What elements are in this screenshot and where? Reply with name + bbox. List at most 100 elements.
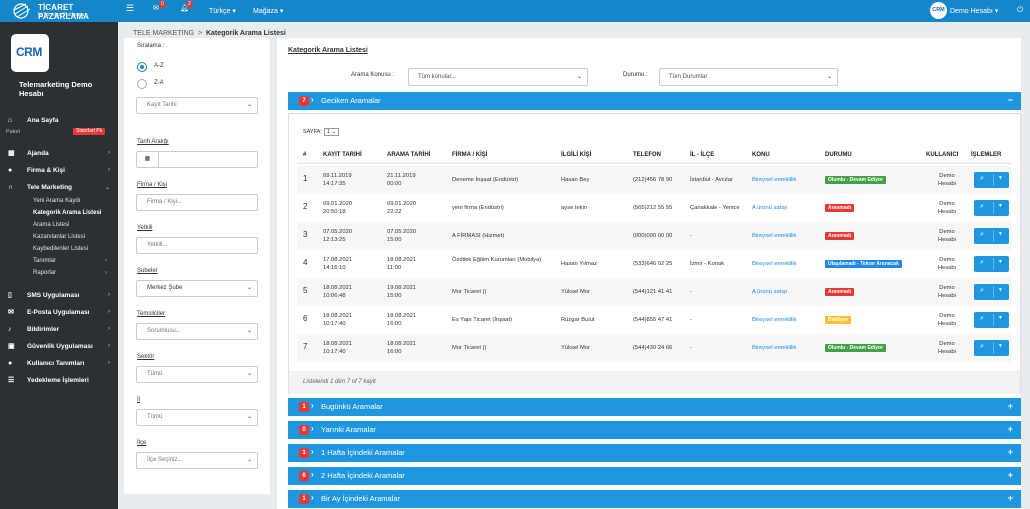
mail-icon[interactable]: ✉ 0 (153, 1, 166, 12)
submenu-category-call-list[interactable]: Kategorik Arama Listesi (33, 210, 101, 216)
section-delayed-calls[interactable]: 7 › Geciken Aramalar − (288, 92, 1021, 110)
section-title: Bir Ay İçindeki Aramalar (321, 494, 401, 503)
main-content: Kategorik Arama Listesi Arama Konusu : T… (277, 38, 1021, 509)
row-actions-button[interactable]: ⌕ ▼ (974, 256, 1009, 272)
language-dropdown[interactable]: Türkçe ▾ (209, 7, 236, 15)
branch-label: Şubeler (137, 268, 158, 274)
submenu-won-list[interactable]: Kazanılanlar Listesi (33, 234, 85, 240)
section-today-calls[interactable]: 1 › Bugünkü Aramalar + (288, 398, 1021, 416)
page-title: Kategorik Arama Listesi (288, 47, 368, 54)
table-row[interactable]: 3 07.05.2020 12:13:25 07.05.2020 15:00 A FİRM… (297, 222, 1011, 250)
submenu-new-call[interactable]: Yeni Arama Kaydı (33, 198, 80, 204)
caret-down-icon[interactable]: ▼ (998, 287, 1003, 293)
expand-icon[interactable]: + (1008, 447, 1013, 457)
submenu-reports[interactable]: Raporlar (33, 270, 56, 276)
search-icon[interactable]: ⌕ (980, 259, 984, 267)
sector-select[interactable]: Tümü ⌄ (136, 366, 258, 383)
delayed-calls-panel: SAYFA: 1 ⌄ # KAYIT TARİHİ ARAMA TARİHİ Fİ… (288, 113, 1021, 394)
search-icon[interactable]: ⌕ (980, 231, 984, 239)
section-two-week-calls[interactable]: 6 › 2 Hafta İçindeki Aramalar + (288, 467, 1021, 485)
call-topic[interactable]: Bireysel emeklilik (752, 344, 796, 352)
caret-down-icon[interactable]: ▼ (998, 203, 1003, 209)
table-row[interactable]: 1 09.11.2019 14:17:35 21.11.2019 00:00 Deneme… (297, 166, 1011, 194)
sort-za-radio[interactable] (137, 79, 147, 89)
status-select[interactable]: Tüm Durumlar ⌄ (659, 68, 838, 86)
crm-logo: CRM (11, 34, 49, 72)
col-header-record-date: KAYIT TARİHİ (323, 152, 362, 158)
call-topic[interactable]: Bireysel emeklilik (752, 176, 796, 184)
caret-down-icon[interactable]: ▼ (998, 315, 1003, 321)
call-date: 19.08.2021 (387, 285, 417, 291)
call-topic[interactable]: A ürünü satışı (752, 204, 787, 212)
mobile-icon: ▯ (8, 292, 12, 299)
search-icon[interactable]: ⌕ (980, 343, 984, 351)
row-actions-button[interactable]: ⌕ ▼ (974, 312, 1009, 328)
caret-down-icon[interactable]: ▼ (998, 343, 1003, 349)
store-dropdown[interactable]: Mağaza ▾ (253, 7, 283, 15)
date-range-input[interactable]: ▦ (136, 151, 258, 168)
representative-select[interactable]: Sorumlusu... ⌄ (136, 323, 258, 340)
calendar-icon[interactable]: ▦ (137, 152, 159, 167)
city-district: İzmir - Konak (690, 261, 725, 267)
caret-down-icon[interactable]: ▼ (998, 259, 1003, 265)
firm-input[interactable]: Firma / Kişi... (136, 194, 258, 211)
row-actions-button[interactable]: ⌕ ▼ (974, 172, 1009, 188)
brand-logo[interactable]: TİCARET PAZARLAMA İş Yönetim Platformu (12, 2, 112, 21)
user-name: Hesabı (937, 265, 957, 271)
expand-icon[interactable]: + (1008, 401, 1013, 411)
user-name: Demo (939, 229, 955, 235)
row-actions-button[interactable]: ⌕ ▼ (974, 340, 1009, 356)
user-menu[interactable]: Demo Hesabı ▾ (950, 7, 998, 15)
expand-icon[interactable]: + (1008, 493, 1013, 503)
call-topic[interactable]: Bireysel emeklilik (752, 316, 796, 324)
topic-select[interactable]: Tüm konular... ⌄ (408, 68, 588, 86)
caret-down-icon[interactable]: ▼ (998, 231, 1003, 237)
button-divider (993, 230, 994, 242)
power-icon[interactable]: ⏻ (1017, 5, 1023, 15)
sort-az-radio[interactable] (137, 62, 147, 72)
user-name: Demo (939, 341, 955, 347)
row-actions-button[interactable]: ⌕ ▼ (974, 200, 1009, 216)
bell-icon[interactable]: 🔔︎ 2 (180, 1, 193, 12)
breadcrumb-parent[interactable]: TELE MARKETING (133, 30, 194, 37)
search-icon[interactable]: ⌕ (980, 315, 984, 323)
search-icon[interactable]: ⌕ (980, 175, 984, 183)
user-avatar[interactable]: CRM (930, 2, 947, 19)
submenu-lost-list[interactable]: Kaybedilenler Listesi (33, 246, 88, 252)
section-week-calls[interactable]: 1 › 1 Hafta İçindeki Aramalar + (288, 444, 1021, 462)
search-icon[interactable]: ⌕ (980, 203, 984, 211)
record-time: 20:50:18 (323, 209, 346, 215)
city-district: Çanakkale - Yenice (690, 205, 740, 211)
col-header-contact: İLGİLİ KİŞİ (561, 152, 592, 158)
search-icon[interactable]: ⌕ (980, 287, 984, 295)
row-actions-button[interactable]: ⌕ ▼ (974, 228, 1009, 244)
page-select[interactable]: 1 ⌄ (323, 128, 340, 136)
authorized-input[interactable]: Yetkili... (136, 237, 258, 254)
table-row[interactable]: 2 09.01.2020 20:50:18 09.01.2020 22:22 yeni f… (297, 194, 1011, 222)
table-row[interactable]: 7 18.08.2021 10:17:40 18.08.2021 16:00 Mor Ti… (297, 334, 1011, 362)
expand-icon[interactable]: + (1008, 424, 1013, 434)
call-topic[interactable]: Bireysel emeklilik (752, 260, 796, 268)
table-row[interactable]: 5 18.08.2021 10:06:48 19.08.2021 15:00 Mor Ti… (297, 278, 1011, 306)
record-time: 10:06:48 (323, 293, 346, 299)
city-select[interactable]: Tümü ⌄ (136, 409, 258, 426)
chevron-down-icon: ⌄ (246, 328, 252, 334)
submenu-definitions[interactable]: Tanımlar › (33, 258, 107, 264)
section-tomorrow-calls[interactable]: 0 › Yarınki Aramalar + (288, 421, 1021, 439)
contact-person: Yüksel Mor (561, 289, 590, 295)
menu-toggle-icon[interactable]: ☰ (126, 3, 134, 14)
sort-field-select[interactable]: Kayıt Tarihi ⌄ (136, 97, 258, 114)
district-select[interactable]: İlçe Seçiniz... ⌄ (136, 452, 258, 469)
section-month-calls[interactable]: 1 › Bir Ay İçindeki Aramalar + (288, 490, 1021, 508)
table-row[interactable]: 6 18.08.2021 10:17:40 18.08.2021 16:00 Es Yap… (297, 306, 1011, 334)
mail-count-badge: 0 (159, 1, 166, 8)
branch-select[interactable]: Merkez Şube ⌄ (136, 280, 258, 297)
expand-icon[interactable]: + (1008, 470, 1013, 480)
caret-down-icon[interactable]: ▼ (998, 175, 1003, 181)
submenu-call-list[interactable]: Arama Listesi (33, 222, 69, 228)
row-actions-button[interactable]: ⌕ ▼ (974, 284, 1009, 300)
call-topic[interactable]: A ürünü satışı (752, 288, 787, 296)
call-topic[interactable]: Bireysel emeklilik (752, 232, 796, 240)
collapse-icon[interactable]: − (1008, 95, 1013, 105)
table-row[interactable]: 4 17.08.2021 14:16:10 18.08.2021 11:00 Özdile… (297, 250, 1011, 278)
